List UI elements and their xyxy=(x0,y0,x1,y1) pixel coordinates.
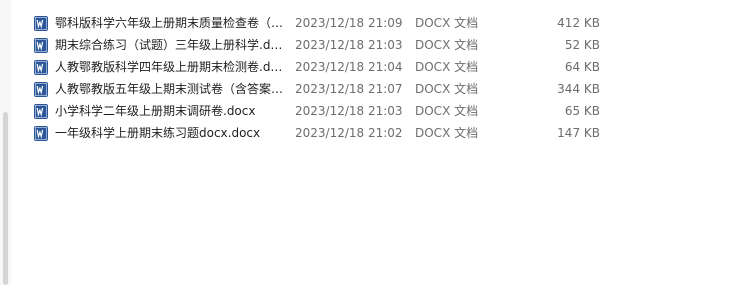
vertical-scrollbar-thumb[interactable] xyxy=(3,112,8,285)
file-type: DOCX 文档 xyxy=(415,126,479,140)
file-name[interactable]: 人教鄂教版五年级上期末测试卷（含答案… xyxy=(55,78,307,100)
file-type: DOCX 文档 xyxy=(415,16,479,30)
file-name[interactable]: 小学科学二年级上册期末调研卷.docx xyxy=(55,100,307,122)
file-name[interactable]: 期末综合练习（试题）三年级上册科学.d… xyxy=(55,34,307,56)
file-name[interactable]: 鄂科版科学六年级上册期末质量检查卷（… xyxy=(55,12,307,34)
file-modified-date: 2023/12/18 21:04 xyxy=(295,60,403,74)
file-type: DOCX 文档 xyxy=(415,82,479,96)
file-modified-date: 2023/12/18 21:07 xyxy=(295,82,403,96)
file-modified-date: 2023/12/18 21:03 xyxy=(295,38,403,52)
file-size: 52 KB xyxy=(564,38,600,52)
file-name[interactable]: 人教鄂教版科学四年级上册期末检测卷.d… xyxy=(55,56,307,78)
file-explorer-window: 鄂科版科学六年级上册期末质量检查卷（… 2023/12/18 21:09 DOC… xyxy=(0,0,746,285)
file-row[interactable]: 一年级科学上册期末练习题docx.docx 2023/12/18 21:02 D… xyxy=(28,122,746,144)
file-size: 64 KB xyxy=(564,60,600,74)
word-document-icon xyxy=(34,60,48,75)
file-size: 344 KB xyxy=(557,82,600,96)
file-type: DOCX 文档 xyxy=(415,38,479,52)
file-row[interactable]: 小学科学二年级上册期末调研卷.docx 2023/12/18 21:03 DOC… xyxy=(28,100,746,122)
file-row[interactable]: 人教鄂教版科学四年级上册期末检测卷.d… 2023/12/18 21:04 DO… xyxy=(28,56,746,78)
file-size: 412 KB xyxy=(557,16,600,30)
file-row[interactable]: 人教鄂教版五年级上期末测试卷（含答案… 2023/12/18 21:07 DOC… xyxy=(28,78,746,100)
file-row[interactable]: 鄂科版科学六年级上册期末质量检查卷（… 2023/12/18 21:09 DOC… xyxy=(28,12,746,34)
word-document-icon xyxy=(34,38,48,53)
file-modified-date: 2023/12/18 21:02 xyxy=(295,126,403,140)
file-modified-date: 2023/12/18 21:09 xyxy=(295,16,403,30)
file-type: DOCX 文档 xyxy=(415,104,479,118)
word-document-icon xyxy=(34,104,48,119)
file-type: DOCX 文档 xyxy=(415,60,479,74)
word-document-icon xyxy=(34,126,48,141)
word-document-icon xyxy=(34,16,48,31)
file-list: 鄂科版科学六年级上册期末质量检查卷（… 2023/12/18 21:09 DOC… xyxy=(28,12,746,144)
file-size: 147 KB xyxy=(557,126,600,140)
word-document-icon xyxy=(34,82,48,97)
file-name[interactable]: 一年级科学上册期末练习题docx.docx xyxy=(55,122,307,144)
file-size: 65 KB xyxy=(564,104,600,118)
file-row[interactable]: 期末综合练习（试题）三年级上册科学.d… 2023/12/18 21:03 DO… xyxy=(28,34,746,56)
file-modified-date: 2023/12/18 21:03 xyxy=(295,104,403,118)
